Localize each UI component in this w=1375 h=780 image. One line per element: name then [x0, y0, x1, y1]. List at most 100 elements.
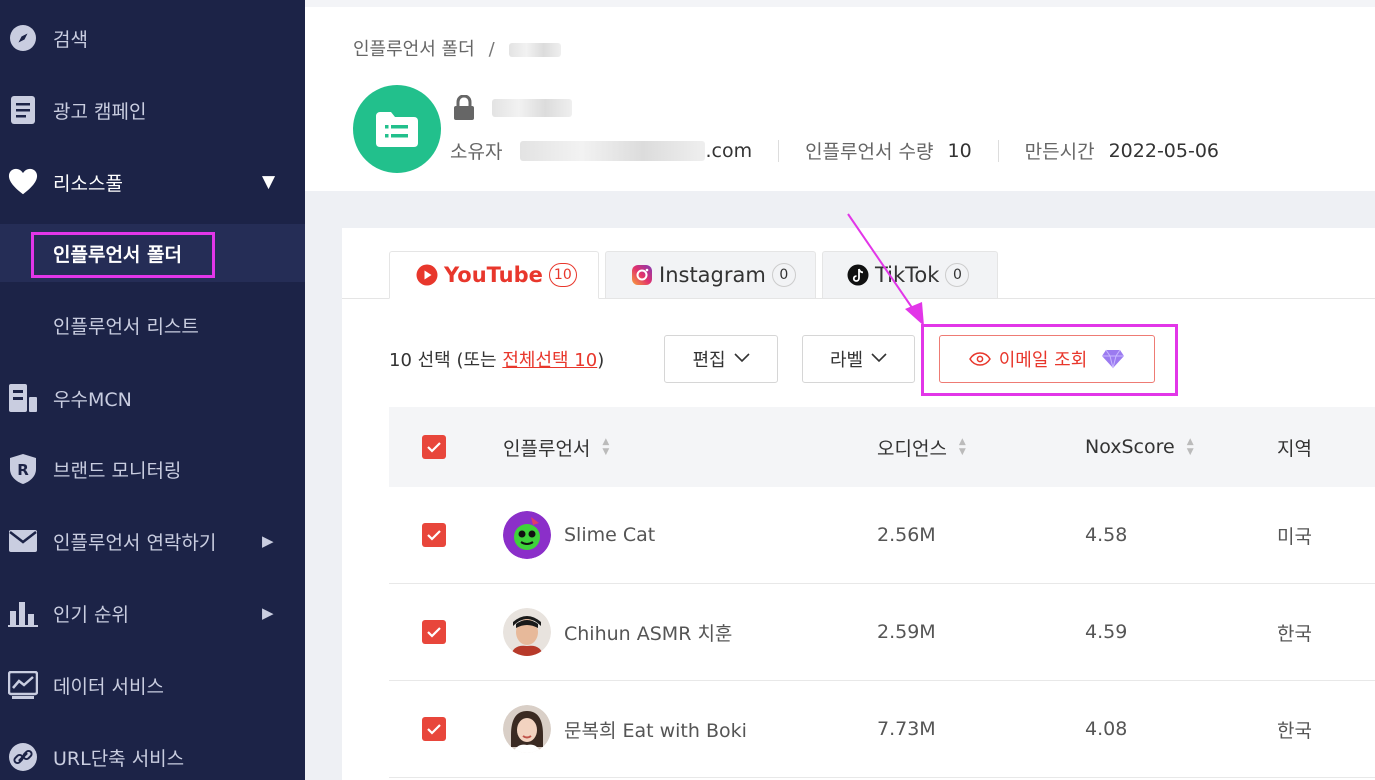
nav-url-shortener[interactable]: URL단축 서비스 — [0, 732, 305, 780]
row-checkbox[interactable] — [422, 584, 446, 680]
influencer-name[interactable]: 문복희 Eat with Boki — [564, 716, 747, 743]
avatar — [503, 608, 551, 656]
owner-email-suffix: .com — [705, 139, 753, 162]
selection-suffix: ) — [597, 350, 605, 371]
owner-email-redacted — [520, 140, 706, 161]
sidebar: 검색 광고 캠페인 리소스풀 ▼ 인플루언서 폴더 인플루언서 리스트 우수MC… — [0, 0, 305, 780]
owner-label: 소유자 — [450, 141, 503, 163]
influencer-panel: YouTube 10 Instagram 0 TikTok 0 10 선택 (또… — [342, 228, 1375, 780]
selection-prefix: 10 선택 (또는 — [389, 350, 503, 371]
tab-label: TikTok — [875, 263, 940, 287]
nav-label: 리소스풀 — [53, 172, 123, 195]
folder-header: 인플루언서 폴더 / 소유자 .com 인플루언서 수량 10 만든시간 2022… — [305, 7, 1375, 191]
audience-value: 2.59M — [877, 621, 936, 643]
tab-youtube[interactable]: YouTube 10 — [389, 251, 599, 299]
table-row[interactable]: 문복희 Eat with Boki 7.73M 4.08 한국 — [389, 681, 1375, 778]
instagram-icon — [631, 264, 653, 286]
highlight-box — [921, 324, 1178, 396]
tab-tiktok[interactable]: TikTok 0 — [822, 251, 998, 299]
svg-text:R: R — [17, 461, 29, 479]
caret-down-icon: ▼ — [262, 172, 276, 192]
line-chart-icon — [8, 670, 38, 700]
table-header: 인플루언서 ▲ ▼ 오디언스 ▲ ▼ NoxScore ▲ ▼ 지역 — [389, 407, 1375, 487]
nav-label: 검색 — [53, 28, 88, 51]
influencer-cell[interactable]: 문복희 Eat with Boki — [503, 681, 747, 777]
compass-icon — [8, 23, 38, 53]
folder-icon — [353, 85, 441, 173]
noxscore-value: 4.08 — [1085, 718, 1128, 740]
column-label: 오디언스 — [877, 437, 947, 460]
breadcrumb-separator: / — [488, 39, 495, 60]
divider — [778, 139, 780, 162]
checkbox-checked — [422, 435, 446, 459]
audience-value: 7.73M — [877, 718, 936, 740]
nav-label: URL단축 서비스 — [53, 747, 185, 770]
tab-count: 0 — [771, 263, 796, 287]
noxscore-value: 4.58 — [1085, 524, 1128, 546]
influencer-name[interactable]: Chihun ASMR 치훈 — [564, 619, 732, 646]
column-audience[interactable]: 오디언스 ▲ ▼ — [877, 407, 966, 487]
region-value: 한국 — [1277, 719, 1312, 742]
select-all-link[interactable]: 전체선택 10 — [502, 350, 597, 371]
folder-name-redacted — [492, 99, 572, 117]
nav-contact-influencer[interactable]: 인플루언서 연락하기 ▶ — [0, 516, 305, 566]
breadcrumb: 인플루언서 폴더 / — [353, 35, 561, 61]
nav-label: 광고 캠페인 — [53, 100, 147, 123]
caret-right-icon: ▶ — [262, 604, 274, 622]
tab-instagram[interactable]: Instagram 0 — [605, 251, 816, 299]
highlight-box — [31, 232, 215, 278]
nav-influencer-folder[interactable]: 인플루언서 폴더 — [0, 224, 305, 282]
row-checkbox[interactable] — [422, 487, 446, 583]
nav-ad-campaign[interactable]: 광고 캠페인 — [0, 85, 305, 135]
tab-count: 0 — [945, 263, 970, 287]
created-label: 만든시간 — [1024, 141, 1095, 163]
tab-label: YouTube — [444, 263, 543, 287]
bar-chart-icon — [8, 598, 38, 628]
breadcrumb-current-redacted — [508, 43, 561, 57]
heart-icon — [8, 167, 38, 197]
chevron-down-icon — [733, 351, 750, 367]
nav-label: 데이터 서비스 — [53, 675, 164, 698]
region-value: 미국 — [1277, 525, 1312, 548]
nav-data-service[interactable]: 데이터 서비스 — [0, 660, 305, 710]
link-icon — [8, 742, 38, 772]
column-region: 지역 — [1277, 407, 1312, 487]
column-noxscore[interactable]: NoxScore ▲ ▼ — [1085, 407, 1194, 487]
lock-icon — [453, 94, 475, 125]
breadcrumb-root[interactable]: 인플루언서 폴더 — [353, 39, 475, 60]
selection-summary: 10 선택 (또는 전체선택 10) — [389, 346, 604, 372]
chevron-down-icon — [871, 351, 887, 367]
table-row[interactable]: Slime Cat 2.56M 4.58 미국 — [389, 487, 1375, 584]
nav-search[interactable]: 검색 — [0, 13, 305, 63]
table-row[interactable]: Chihun ASMR 치훈 2.59M 4.59 한국 — [389, 584, 1375, 681]
column-influencer[interactable]: 인플루언서 ▲ ▼ — [503, 407, 609, 487]
label-dropdown-button[interactable]: 라벨 — [802, 335, 915, 383]
nav-label: 우수MCN — [53, 388, 132, 411]
created-value: 2022-05-06 — [1108, 139, 1220, 162]
sort-icon: ▲ ▼ — [602, 437, 610, 457]
nav-ranking[interactable]: 인기 순위 ▶ — [0, 588, 305, 638]
influencer-cell[interactable]: Slime Cat — [503, 487, 655, 583]
nav-influencer-list[interactable]: 인플루언서 리스트 — [0, 296, 305, 354]
column-label: 인플루언서 — [503, 437, 591, 460]
checkbox-checked — [422, 523, 446, 547]
document-icon — [8, 95, 38, 125]
tab-label: Instagram — [659, 263, 766, 287]
nav-resource-pool[interactable]: 리소스풀 ▼ — [0, 157, 305, 207]
nav-label: 브랜드 모니터링 — [53, 459, 182, 482]
building-icon — [8, 383, 38, 413]
checkbox-checked — [422, 620, 446, 644]
shield-r-icon: R — [8, 454, 38, 484]
nav-top-mcn[interactable]: 우수MCN — [0, 373, 305, 423]
select-all-checkbox[interactable] — [422, 407, 446, 487]
noxscore-value: 4.59 — [1085, 621, 1128, 643]
influencer-name[interactable]: Slime Cat — [564, 524, 655, 546]
influencer-cell[interactable]: Chihun ASMR 치훈 — [503, 584, 732, 680]
nav-brand-monitoring[interactable]: R 브랜드 모니터링 — [0, 444, 305, 494]
row-checkbox[interactable] — [422, 681, 446, 777]
edit-dropdown-button[interactable]: 편집 — [664, 335, 778, 383]
sort-icon: ▲ ▼ — [958, 437, 966, 457]
top-strip — [305, 0, 1375, 7]
youtube-icon — [416, 264, 438, 286]
avatar — [503, 511, 551, 559]
